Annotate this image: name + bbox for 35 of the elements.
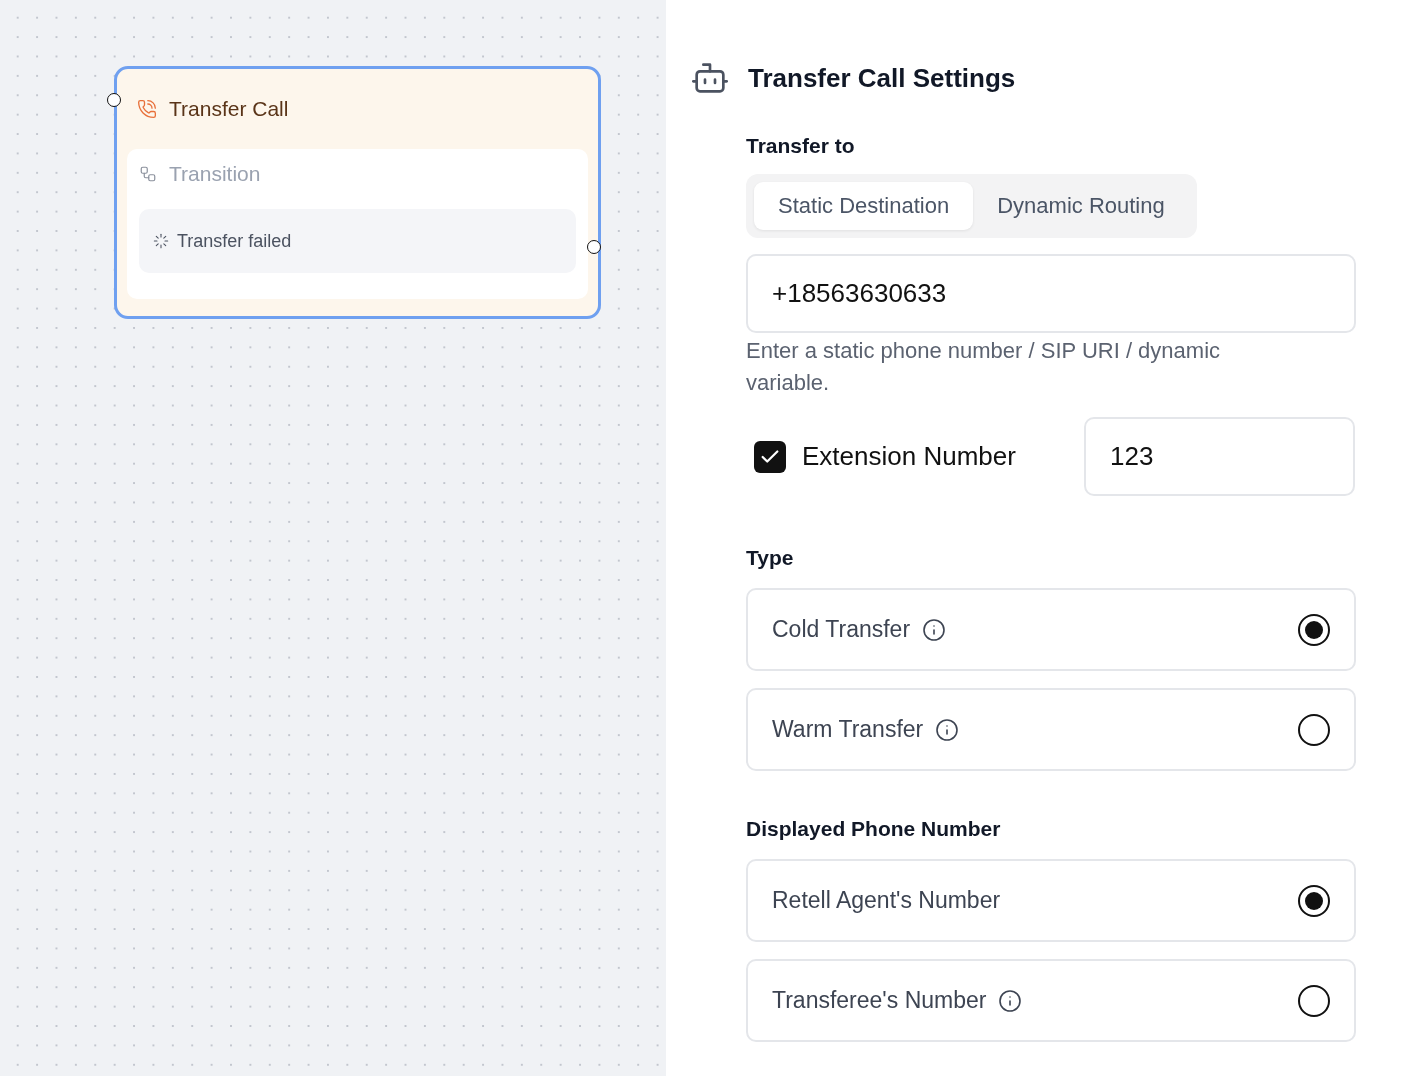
extension-input[interactable]: 123 xyxy=(1084,417,1355,496)
branch-icon xyxy=(139,165,157,183)
radio-option[interactable]: Warm Transfer xyxy=(746,688,1356,771)
settings-title: Transfer Call Settings xyxy=(748,62,1016,94)
option-label: Cold Transfer xyxy=(772,616,911,643)
phone-icon xyxy=(137,99,157,119)
field-label: Displayed Phone Number xyxy=(746,817,1002,841)
transfer-call-node[interactable]: Transfer Call Transition Transfer failed xyxy=(114,66,601,319)
segment-tab[interactable]: Static Destination xyxy=(754,182,974,230)
radio-button[interactable] xyxy=(1298,613,1330,646)
radio-button[interactable] xyxy=(1298,884,1330,917)
field-label: Transfer to xyxy=(746,134,856,158)
transition-item[interactable]: Transfer failed xyxy=(139,209,576,273)
loader-icon xyxy=(153,233,169,249)
transition-label: Transfer failed xyxy=(177,230,292,252)
radio-button[interactable] xyxy=(1298,984,1330,1017)
radio-button[interactable] xyxy=(1298,713,1330,746)
help-text: Enter a static phone number / SIP URI / dynamic variable. xyxy=(746,337,1222,397)
field-label: Type xyxy=(746,546,795,570)
info-icon[interactable] xyxy=(922,617,947,642)
radio-option[interactable]: Transferee's Number xyxy=(746,959,1356,1042)
radio-option[interactable]: Retell Agent's Number xyxy=(746,859,1356,942)
destination-input[interactable]: +18563630633 xyxy=(746,254,1356,333)
segment-tab[interactable]: Dynamic Routing xyxy=(973,182,1189,230)
radio-option[interactable]: Cold Transfer xyxy=(746,588,1356,671)
checkbox-label: Extension Number xyxy=(802,441,1017,472)
node-title: Transfer Call xyxy=(169,97,289,121)
info-icon[interactable] xyxy=(998,988,1023,1013)
option-label: Warm Transfer xyxy=(772,716,924,743)
checkbox[interactable] xyxy=(754,440,786,473)
option-label: Retell Agent's Number xyxy=(772,887,1001,914)
section-title: Transition xyxy=(169,162,261,186)
connection-handle[interactable] xyxy=(107,93,121,107)
option-label: Transferee's Number xyxy=(772,987,987,1014)
info-icon[interactable] xyxy=(935,717,960,742)
